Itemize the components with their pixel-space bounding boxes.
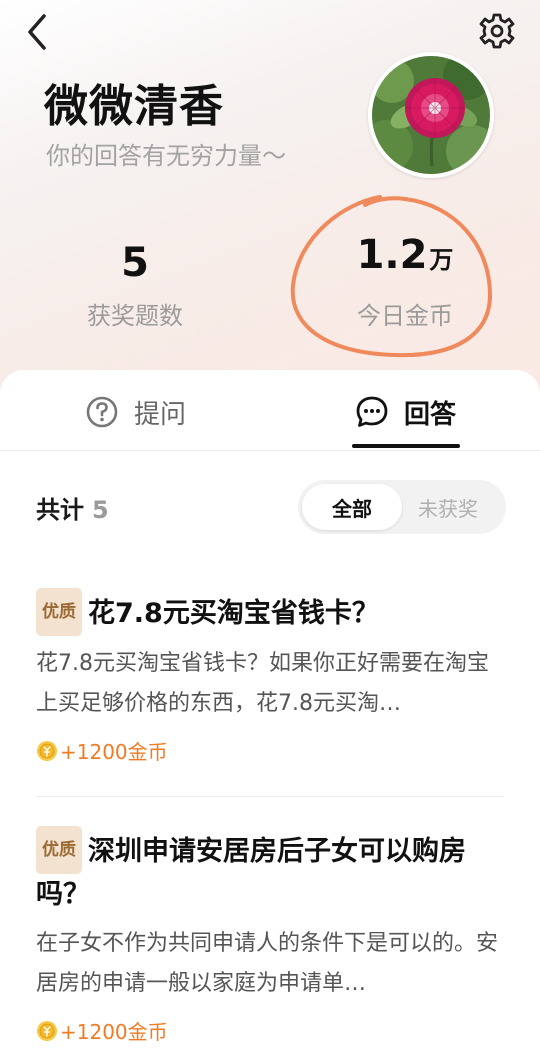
answer-title: 深圳申请安居房后子女可以购房吗？: [36, 836, 466, 910]
question-circle-icon: [86, 396, 118, 428]
answer-title-line: 优质 深圳申请安居房后子女可以购房吗？: [36, 826, 504, 916]
tab-divider: [0, 450, 540, 451]
profile-name: 微微清香: [44, 81, 224, 132]
answer-reward: +1200金币: [36, 736, 504, 765]
chevron-left-icon: [28, 14, 46, 50]
gold-coin-icon: [37, 740, 57, 761]
total-count: 5: [92, 496, 109, 524]
tab-label: 回答: [404, 399, 457, 430]
answer-total: 共计 5: [36, 490, 109, 525]
quality-badge: 优质: [36, 588, 82, 636]
answer-title: 花7.8元买淘宝省钱卡？: [88, 598, 379, 629]
stat-label: 今日金币: [357, 302, 453, 330]
filter-option-all[interactable]: 全部: [302, 484, 402, 530]
stat-value: 5: [121, 240, 149, 286]
quality-badge: 优质: [36, 826, 82, 874]
filter-toggle[interactable]: 全部 未获奖: [298, 480, 506, 534]
chat-bubble-icon: [356, 396, 388, 427]
back-button[interactable]: [20, 12, 56, 52]
item-divider: [36, 796, 504, 797]
active-tab-indicator: [352, 444, 460, 448]
stat-value: 1.2: [356, 232, 428, 278]
tab-label: 提问: [134, 399, 187, 430]
answer-item[interactable]: 优质 深圳申请安居房后子女可以购房吗？ 在子女不作为共同申请人的条件下是可以的。安…: [36, 826, 504, 1045]
tab-answers[interactable]: 回答: [354, 388, 456, 436]
settings-button[interactable]: [476, 10, 518, 52]
avatar-flower-image: [372, 56, 490, 174]
profile-signature: 你的回答有无穷力量～: [46, 142, 286, 170]
reward-text: +1200金币: [60, 740, 168, 764]
answer-reward: +1200金币: [36, 1016, 504, 1045]
avatar[interactable]: [368, 52, 494, 178]
tab-questions[interactable]: 提问: [84, 388, 186, 436]
stat-value-wrapper: 1.2万: [330, 232, 480, 278]
stat-label: 获奖题数: [87, 302, 183, 330]
stat-unit: 万: [429, 246, 454, 274]
gear-icon: [479, 13, 515, 49]
gold-coin-icon: [37, 1020, 57, 1041]
answer-title-line: 优质 花7.8元买淘宝省钱卡？: [36, 588, 504, 636]
reward-text: +1200金币: [60, 1020, 168, 1044]
answer-item[interactable]: 优质 花7.8元买淘宝省钱卡？ 花7.8元买淘宝省钱卡？如果你正好需要在淘宝上买足…: [36, 588, 504, 765]
filter-option-unawarded[interactable]: 未获奖: [398, 484, 498, 530]
answer-excerpt: 在子女不作为共同申请人的条件下是可以的。安居房的申请一般以家庭为申请单…: [36, 931, 499, 996]
answer-excerpt: 花7.8元买淘宝省钱卡？如果你正好需要在淘宝上买足够价格的东西，花7.8元买淘…: [36, 651, 489, 716]
total-label: 共计: [36, 496, 84, 524]
